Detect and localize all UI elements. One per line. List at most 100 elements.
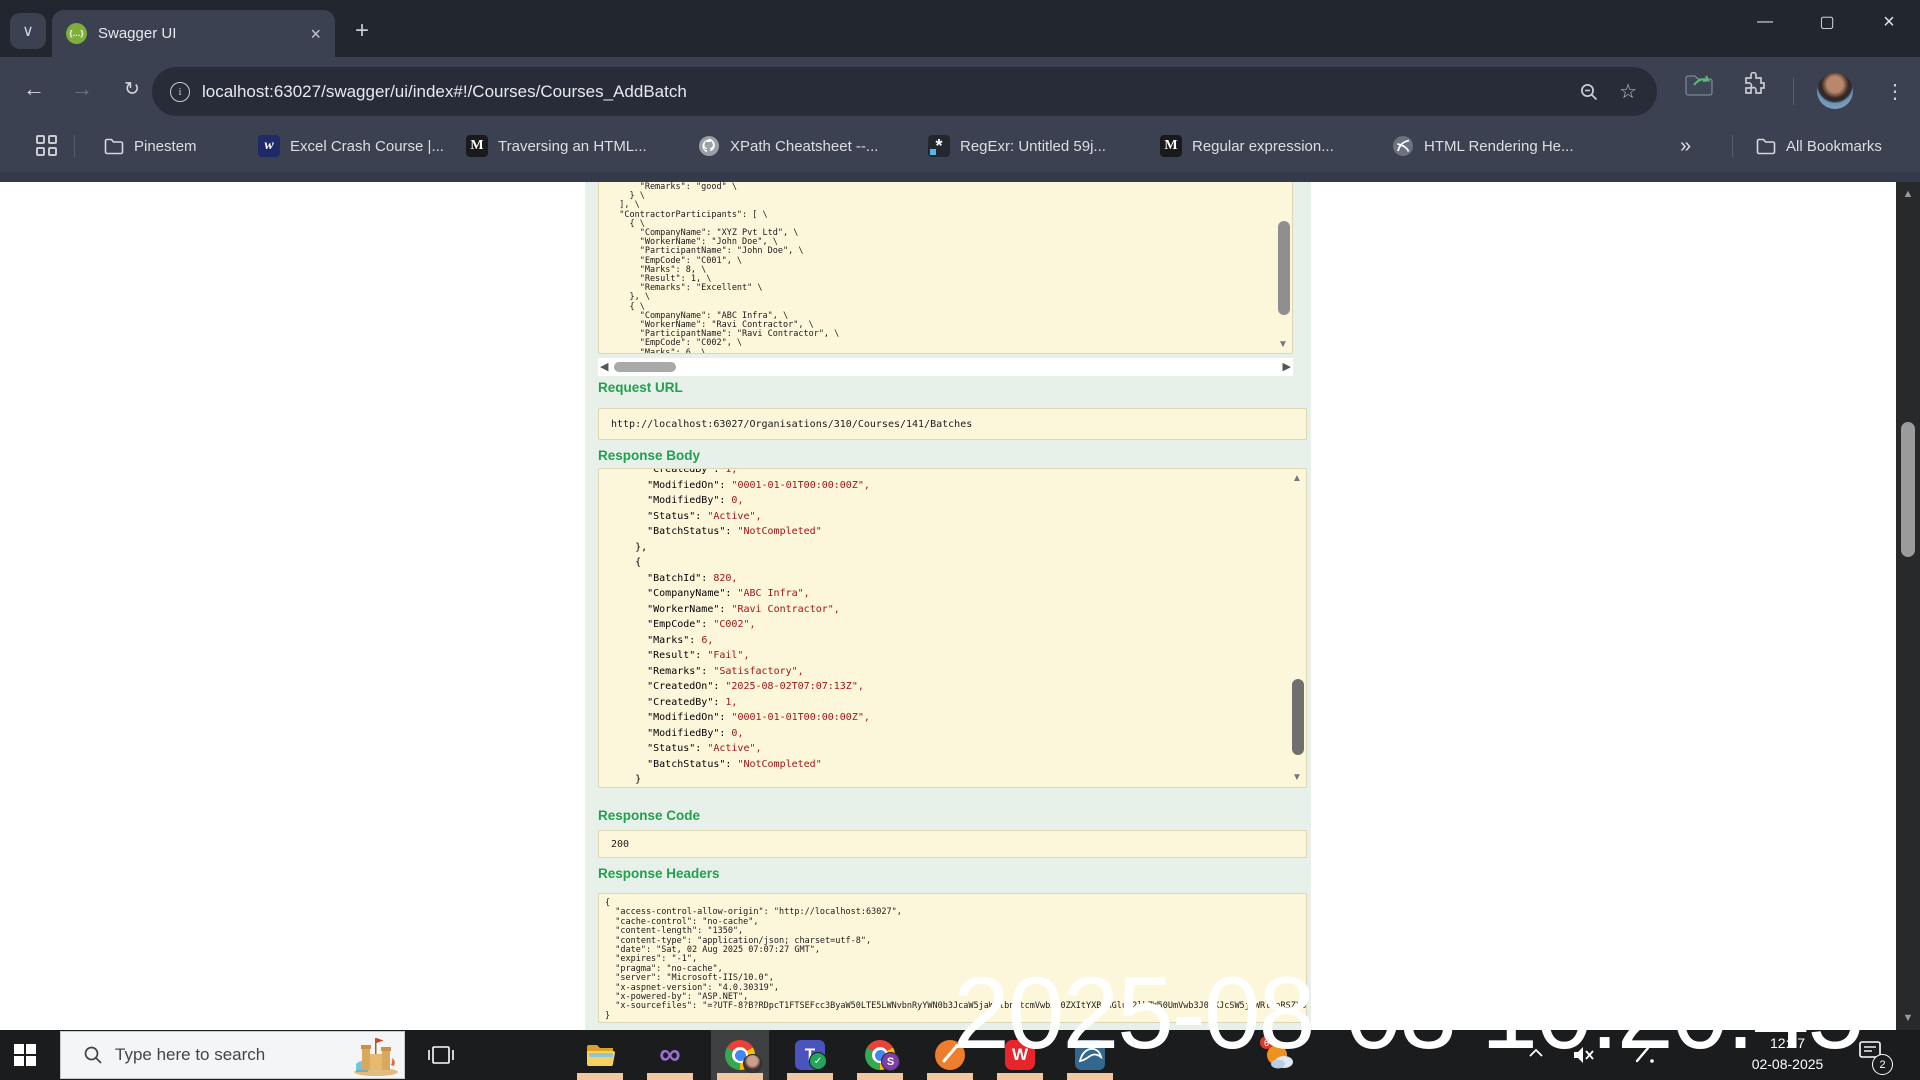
running-indicator bbox=[927, 1073, 973, 1080]
zoom-icon[interactable] bbox=[1579, 82, 1599, 102]
new-tab-button[interactable]: + bbox=[345, 14, 379, 48]
request-body-scrollbar[interactable]: ▼ bbox=[1277, 182, 1291, 353]
address-bar[interactable]: i localhost:63027/swagger/ui/index#!/Cou… bbox=[152, 67, 1657, 116]
scroll-down-icon[interactable]: ▼ bbox=[1896, 1012, 1920, 1024]
forward-button[interactable]: → bbox=[62, 69, 102, 109]
scroll-down-icon[interactable]: ▼ bbox=[1278, 339, 1288, 350]
scroll-up-icon[interactable]: ▲ bbox=[1292, 473, 1302, 484]
chevron-down-icon: ∨ bbox=[22, 23, 34, 40]
taskbar-teams[interactable]: T ✓ bbox=[781, 1030, 839, 1080]
response-body-line: "Status": "Active", bbox=[611, 510, 762, 522]
tab-search-button[interactable]: ∨ bbox=[10, 13, 46, 49]
medium-icon: M bbox=[1160, 135, 1182, 157]
running-indicator bbox=[717, 1073, 763, 1080]
sandcastle-icon bbox=[354, 1038, 398, 1076]
extension-folder-icon[interactable] bbox=[1684, 72, 1714, 98]
taskbar-chrome-active[interactable] bbox=[711, 1030, 769, 1080]
response-code-value: 200 bbox=[611, 838, 630, 850]
browser-tab[interactable]: {…} Swagger UI × bbox=[52, 10, 335, 57]
bookmark-label: Excel Crash Course |... bbox=[290, 137, 444, 155]
task-view-button[interactable] bbox=[428, 1045, 454, 1065]
bookmark-label: XPath Cheatsheet --... bbox=[730, 137, 879, 155]
response-body-line: { bbox=[611, 557, 642, 568]
all-bookmarks-label: All Bookmarks bbox=[1786, 137, 1882, 155]
swagger-page: "Remarks": "good" \ } \ ], \ "Contractor… bbox=[0, 182, 1920, 1030]
bookmark-label: HTML Rendering He... bbox=[1424, 137, 1574, 155]
bookmark-label: RegExr: Untitled 59j... bbox=[960, 137, 1106, 155]
search-placeholder: Type here to search bbox=[115, 1045, 266, 1064]
response-body-json: "CreatedBy": 1, "ModifiedOn": "0001-01-0… bbox=[599, 469, 1306, 787]
notification-badge: 2 bbox=[1872, 1054, 1893, 1075]
scroll-left-icon[interactable]: ◀ bbox=[600, 360, 608, 373]
apps-grid-icon[interactable] bbox=[36, 135, 58, 157]
bookmark-regexr[interactable]: * RegExr: Untitled 59j... bbox=[928, 120, 1106, 172]
bookmarks-divider bbox=[74, 135, 75, 157]
response-headers-heading: Response Headers bbox=[598, 866, 720, 881]
all-bookmarks-button[interactable]: All Bookmarks bbox=[1756, 120, 1882, 172]
response-body-line: "BatchStatus": "NotCompleted" bbox=[611, 758, 822, 770]
response-body-line: "ModifiedOn": "0001-01-01T00:00:00Z", bbox=[611, 712, 870, 723]
scrollbar-thumb[interactable] bbox=[1901, 422, 1915, 557]
scroll-up-icon[interactable]: ▲ bbox=[1896, 188, 1920, 200]
screen: ∨ {…} Swagger UI × + — ▢ × ← → ↻ i local… bbox=[0, 0, 1920, 1080]
globe-icon bbox=[1392, 135, 1414, 157]
scroll-down-icon[interactable]: ▼ bbox=[1292, 772, 1302, 783]
tab-title: Swagger UI bbox=[98, 25, 177, 42]
response-body-line: "Remarks": "Satisfactory", bbox=[611, 665, 804, 677]
tab-strip: ∨ {…} Swagger UI × + — ▢ × bbox=[0, 0, 1920, 57]
w-site-icon: w bbox=[258, 135, 280, 157]
response-code-box: 200 bbox=[598, 830, 1307, 858]
site-info-icon[interactable]: i bbox=[170, 81, 190, 102]
response-body-scrollbar[interactable]: ▲ ▼ bbox=[1291, 469, 1305, 787]
bookmark-regular-expression[interactable]: M Regular expression... bbox=[1160, 120, 1334, 172]
bookmark-html-rendering[interactable]: HTML Rendering He... bbox=[1392, 120, 1574, 172]
bookmark-xpath-cheatsheet[interactable]: XPath Cheatsheet --... bbox=[698, 120, 878, 172]
taskbar-chrome-profile2[interactable]: S bbox=[851, 1030, 909, 1080]
bookmarks-divider bbox=[1732, 135, 1733, 157]
maximize-button[interactable]: ▢ bbox=[1796, 0, 1858, 44]
minimize-button[interactable]: — bbox=[1734, 0, 1796, 44]
folder-icon bbox=[104, 138, 124, 155]
bookmark-traversing-html[interactable]: M Traversing an HTML... bbox=[466, 120, 647, 172]
tab-close-icon[interactable]: × bbox=[310, 25, 321, 43]
bookmark-label: Traversing an HTML... bbox=[498, 137, 647, 155]
request-body-box[interactable]: "Remarks": "good" \ } \ ], \ "Contractor… bbox=[598, 182, 1293, 354]
regexr-icon: * bbox=[928, 135, 950, 157]
page-scrollbar[interactable]: ▲ ▼ bbox=[1896, 182, 1920, 1030]
response-body-box[interactable]: "CreatedBy": 1, "ModifiedOn": "0001-01-0… bbox=[598, 468, 1307, 788]
request-body-hscrollbar[interactable]: ◀ ▶ bbox=[598, 358, 1293, 376]
chrome-bottom-strip bbox=[0, 172, 1920, 182]
profile-avatar[interactable] bbox=[1817, 73, 1853, 109]
search-icon bbox=[84, 1046, 102, 1064]
response-body-line: "CompanyName": "ABC Infra", bbox=[611, 588, 810, 599]
bookmarks-overflow-button[interactable]: » bbox=[1680, 120, 1691, 172]
bookmark-pinestem[interactable]: Pinestem bbox=[104, 120, 197, 172]
response-body-line: "WorkerName": "Ravi Contractor", bbox=[611, 603, 840, 615]
back-button[interactable]: ← bbox=[14, 69, 54, 109]
response-body-line: "CreatedBy": 1, bbox=[611, 696, 738, 708]
bookmark-star-icon[interactable]: ☆ bbox=[1619, 79, 1637, 104]
file-explorer-icon bbox=[587, 1045, 615, 1066]
response-body-line: }, bbox=[611, 541, 648, 553]
response-body-line: "Marks": 6, bbox=[611, 634, 714, 646]
response-body-line: "Status": "Active", bbox=[611, 743, 762, 754]
chevrons-right-icon: » bbox=[1680, 134, 1692, 157]
close-button[interactable]: × bbox=[1858, 0, 1920, 44]
bookmark-excel-crash-course[interactable]: w Excel Crash Course |... bbox=[258, 120, 444, 172]
swagger-favicon-icon: {…} bbox=[66, 23, 87, 44]
taskbar-visual-studio[interactable]: ∞ bbox=[641, 1030, 699, 1080]
medium-icon: M bbox=[466, 135, 488, 157]
running-indicator bbox=[997, 1073, 1043, 1080]
start-button[interactable] bbox=[14, 1044, 36, 1066]
github-icon bbox=[698, 135, 720, 157]
taskbar-file-explorer[interactable] bbox=[571, 1030, 629, 1080]
taskbar-search[interactable]: Type here to search bbox=[60, 1031, 405, 1079]
browser-menu-icon[interactable]: ⋮ bbox=[1880, 74, 1910, 108]
request-url-heading: Request URL bbox=[598, 380, 683, 395]
extensions-puzzle-icon[interactable] bbox=[1742, 72, 1766, 96]
request-body-text: "Remarks": "good" \ } \ ], \ "Contractor… bbox=[619, 182, 840, 354]
scroll-right-icon[interactable]: ▶ bbox=[1283, 360, 1291, 373]
url-text[interactable]: localhost:63027/swagger/ui/index#!/Cours… bbox=[202, 82, 1579, 102]
running-indicator bbox=[787, 1073, 833, 1080]
reload-button[interactable]: ↻ bbox=[112, 69, 152, 109]
